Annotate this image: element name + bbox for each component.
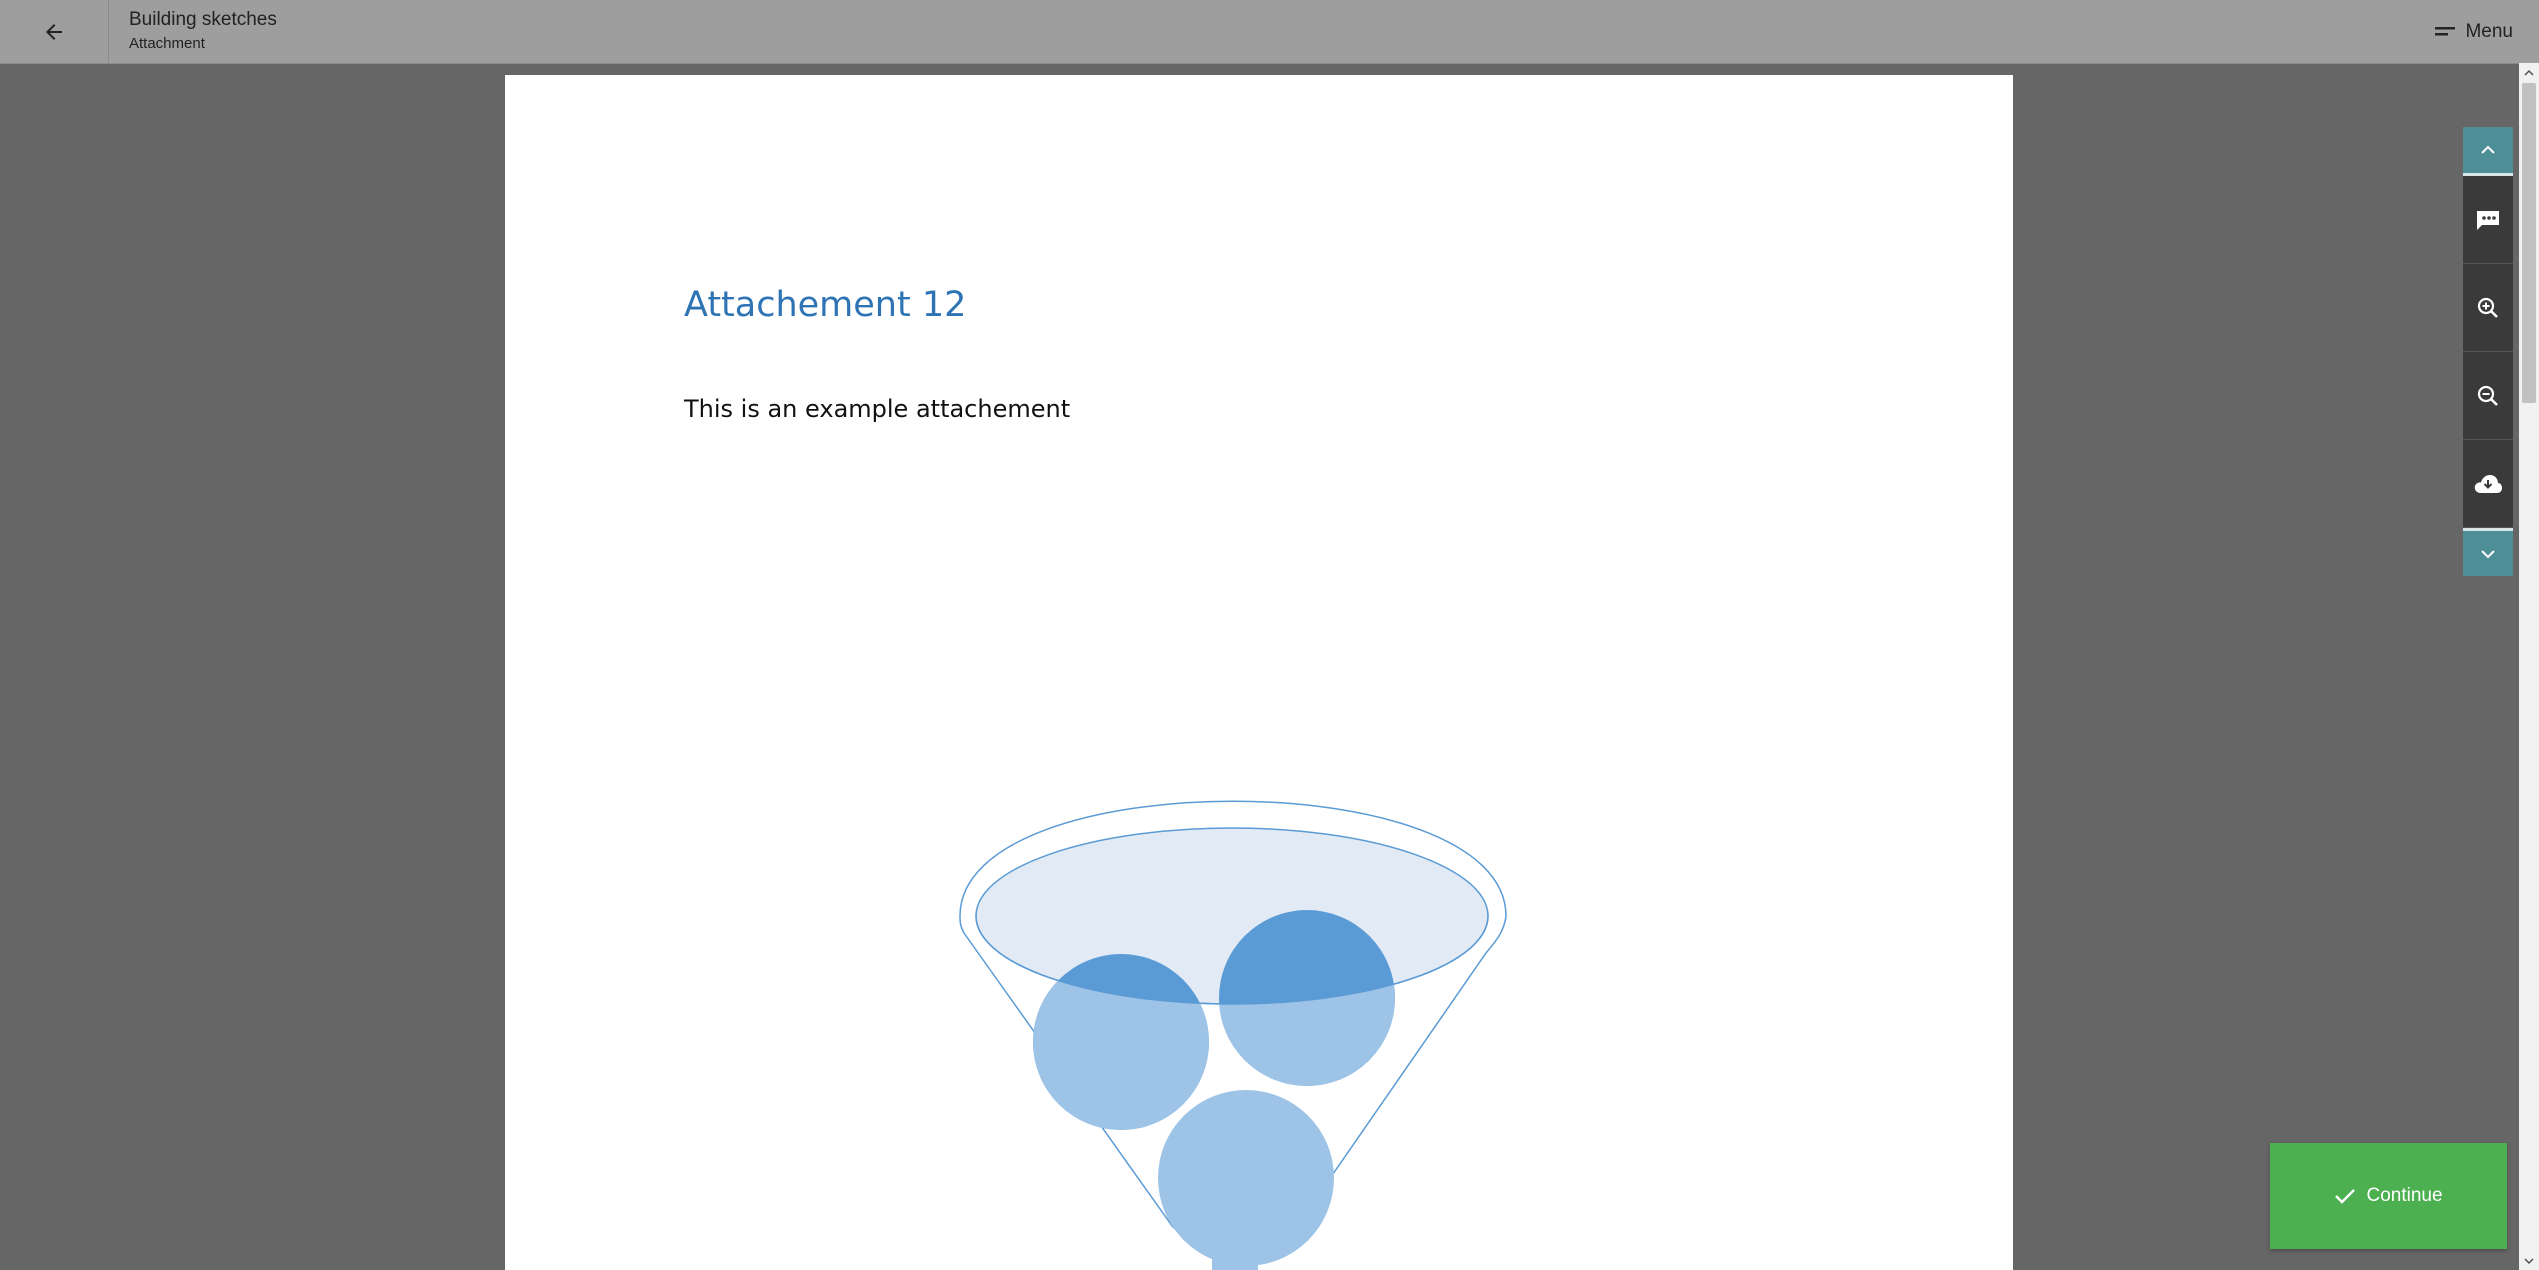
continue-label: Continue <box>2366 1185 2443 1206</box>
caret-down-icon <box>2524 1257 2534 1264</box>
funnel-illustration <box>959 800 1507 1270</box>
toolbar-scroll-up-button[interactable] <box>2463 127 2513 176</box>
document-page: Attachement 12 This is an example attach… <box>505 75 2013 1270</box>
scrollbar-up-arrow[interactable] <box>2519 63 2539 81</box>
chevron-up-icon <box>2481 145 2495 154</box>
zoom-in-icon <box>2477 297 2498 318</box>
arrow-left-icon <box>46 23 62 40</box>
comment-button[interactable] <box>2463 176 2513 264</box>
menu-label: Menu <box>2465 20 2513 42</box>
viewer-toolbar <box>2463 127 2513 576</box>
download-button[interactable] <box>2463 440 2513 528</box>
scrollbar-down-arrow[interactable] <box>2519 1252 2539 1270</box>
vertical-scrollbar[interactable] <box>2519 63 2539 1270</box>
zoom-in-button[interactable] <box>2463 264 2513 352</box>
toolbar-scroll-down-button[interactable] <box>2463 528 2513 576</box>
page-title: Building sketches <box>129 9 277 30</box>
title-block: Building sketches Attachment <box>129 9 277 54</box>
menu-button[interactable]: Menu <box>2435 0 2513 63</box>
document-heading: Attachement 12 <box>684 285 967 325</box>
comment-icon <box>2477 210 2499 230</box>
menu-icon <box>2435 26 2456 35</box>
scrollbar-thumb[interactable] <box>2522 83 2536 403</box>
cloud-download-icon <box>2474 474 2502 493</box>
chevron-down-icon <box>2481 549 2495 558</box>
document-body-text: This is an example attachement <box>684 395 1071 423</box>
check-icon <box>2335 1189 2356 1204</box>
page-subtitle: Attachment <box>129 35 205 52</box>
funnel-spout <box>1212 1257 1258 1270</box>
bottom-circle <box>1158 1090 1334 1266</box>
continue-button[interactable]: Continue <box>2270 1143 2507 1249</box>
top-bar: Building sketches Attachment Menu <box>0 0 2539 64</box>
back-button[interactable] <box>0 0 109 63</box>
zoom-out-button[interactable] <box>2463 352 2513 440</box>
caret-up-icon <box>2524 69 2534 76</box>
zoom-out-icon <box>2477 385 2498 406</box>
